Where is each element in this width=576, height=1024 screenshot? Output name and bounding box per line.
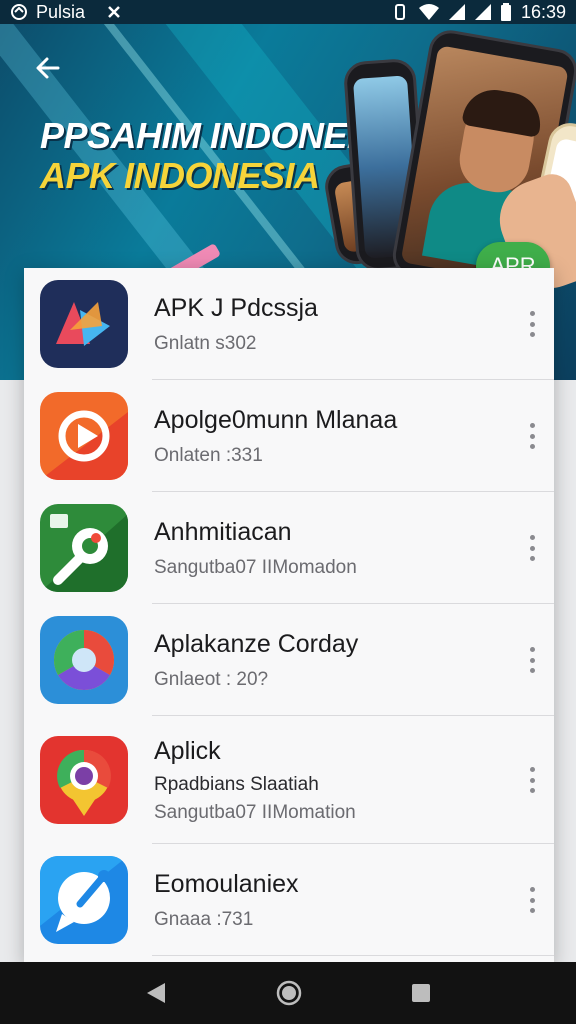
divider bbox=[152, 955, 554, 956]
app-name: Aplick bbox=[154, 736, 221, 765]
wifi-icon bbox=[418, 4, 439, 20]
app-subtitle: Gnaaa :731 bbox=[154, 908, 254, 930]
more-options-button[interactable] bbox=[526, 423, 538, 449]
arrow-left-icon bbox=[36, 57, 60, 79]
home-circle-icon[interactable] bbox=[276, 980, 302, 1006]
carrier-label: Pulsia bbox=[36, 1, 86, 22]
signal-icon bbox=[474, 4, 491, 20]
app-name: Aplakanze Corday bbox=[154, 629, 359, 658]
play-icon bbox=[40, 392, 128, 480]
app-name: Anhmitiacan bbox=[154, 517, 292, 546]
chrome-like-icon bbox=[40, 616, 128, 704]
more-options-button[interactable] bbox=[526, 767, 538, 793]
more-options-button[interactable] bbox=[526, 311, 538, 337]
network-icon bbox=[107, 5, 121, 19]
app-subtitle: Gnlaeot : 20? bbox=[154, 668, 269, 690]
app-name: APK J Pdcssja bbox=[154, 293, 318, 322]
chrome-pin-icon bbox=[40, 736, 128, 824]
tool-icon bbox=[40, 504, 128, 592]
app-subtitle-secondary: Sangutba07 IIMomation bbox=[154, 801, 356, 823]
more-options-button[interactable] bbox=[526, 535, 538, 561]
back-triangle-icon[interactable] bbox=[145, 981, 167, 1005]
status-bar: Pulsia 16:39 bbox=[0, 0, 576, 24]
app-name: Eomoulaniex bbox=[154, 869, 299, 898]
chat-bubble-icon bbox=[40, 856, 128, 944]
list-item[interactable]: Aplakanze Corday Gnlaeot : 20? bbox=[24, 604, 554, 716]
back-button[interactable] bbox=[30, 50, 66, 86]
more-options-button[interactable] bbox=[526, 887, 538, 913]
list-item[interactable]: APK J Pdcssja Gnlatn s302 bbox=[24, 268, 554, 380]
app-subtitle: Sangutba07 IIMomadon bbox=[154, 556, 357, 578]
sync-icon bbox=[10, 3, 28, 21]
signal-icon bbox=[448, 4, 465, 20]
navigation-bar bbox=[0, 962, 576, 1024]
vibrate-icon bbox=[391, 3, 409, 21]
more-options-button[interactable] bbox=[526, 647, 538, 673]
app-subtitle: Gnlatn s302 bbox=[154, 332, 257, 354]
app-name: Apolge0munn Mlanaa bbox=[154, 405, 398, 434]
app-subtitle: Rpadbians Slaatiah bbox=[154, 773, 319, 795]
list-item[interactable]: Anhmitiacan Sangutba07 IIMomadon bbox=[24, 492, 554, 604]
clock: 16:39 bbox=[520, 1, 566, 22]
battery-icon bbox=[500, 3, 511, 21]
app-list: APK J Pdcssja Gnlatn s302 Apolge0munn Ml… bbox=[24, 268, 554, 964]
list-item[interactable]: Aplick Rpadbians Slaatiah Sangutba07 IIM… bbox=[24, 716, 554, 844]
app-subtitle: Onlaten :331 bbox=[154, 444, 263, 466]
list-item[interactable]: Eomoulaniex Gnaaa :731 bbox=[24, 844, 554, 956]
recents-square-icon[interactable] bbox=[411, 983, 431, 1003]
apk-logo-icon bbox=[40, 280, 128, 368]
list-item[interactable]: Apolge0munn Mlanaa Onlaten :331 bbox=[24, 380, 554, 492]
